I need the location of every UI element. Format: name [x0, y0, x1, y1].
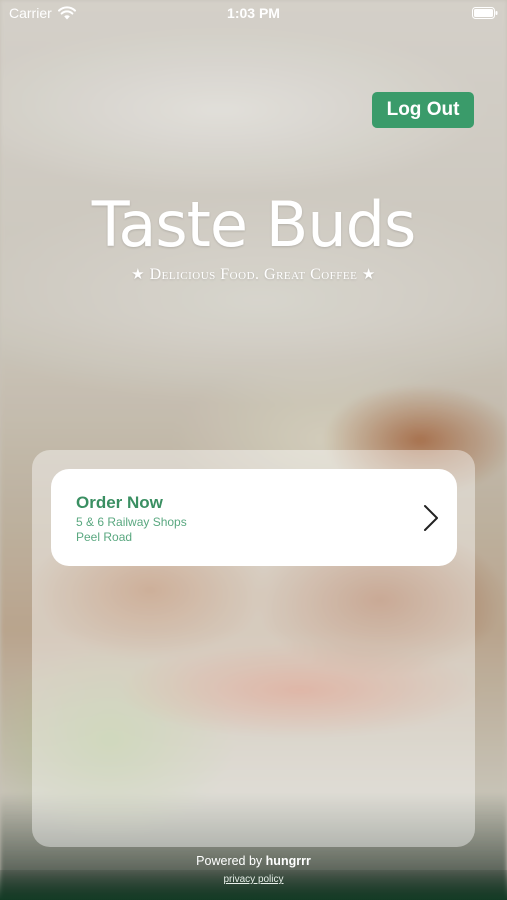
brand-title: Taste Buds	[91, 188, 417, 261]
star-icon: ★	[361, 267, 376, 283]
powered-brand: hungrrr	[265, 854, 311, 868]
brand-tagline-row: ★ Delicious Food. Great Coffee ★	[0, 265, 507, 284]
chevron-right-icon	[424, 505, 438, 531]
order-title: Order Now	[76, 493, 163, 512]
address-line-1: 5 & 6 Railway Shops	[76, 515, 187, 529]
status-bar: Carrier 1:03 PM	[0, 0, 507, 28]
address-line-2: Peel Road	[76, 530, 133, 544]
order-now-card[interactable]: Order Now 5 & 6 Railway Shops Peel Road	[51, 469, 457, 566]
powered-prefix: Powered by	[196, 854, 263, 868]
powered-by: Powered by hungrrr	[0, 854, 507, 868]
status-time: 1:03 PM	[227, 5, 280, 21]
brand-tagline: Delicious Food. Great Coffee	[149, 266, 358, 283]
star-icon: ★	[131, 267, 146, 283]
app-screen: Carrier 1:03 PM Log Out Taste Buds ★ Del…	[0, 0, 507, 900]
logout-button[interactable]: Log Out	[372, 92, 474, 128]
battery-icon	[472, 7, 498, 19]
privacy-policy-link[interactable]: privacy policy	[0, 874, 507, 885]
